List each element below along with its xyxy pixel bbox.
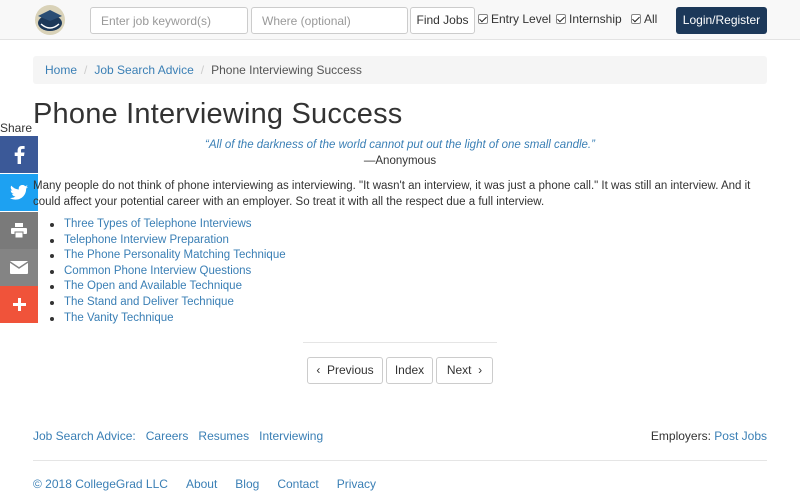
link-common-questions[interactable]: Common Phone Interview Questions <box>64 265 251 277</box>
checkbox-icon[interactable] <box>556 14 566 24</box>
list-item: Common Phone Interview Questions <box>50 264 286 280</box>
quote-text: “All of the darkness of the world cannot… <box>205 139 595 151</box>
footer-careers[interactable]: Careers <box>146 429 189 443</box>
footer-interviewing[interactable]: Interviewing <box>259 429 323 443</box>
twitter-icon <box>10 185 28 200</box>
footer-resumes[interactable]: Resumes <box>198 429 249 443</box>
divider <box>303 342 497 343</box>
page-title: Phone Interviewing Success <box>33 98 403 130</box>
share-label: Share <box>0 121 33 135</box>
email-icon <box>10 261 28 274</box>
list-item: Telephone Interview Preparation <box>50 233 286 249</box>
footer-employers: Employers: Post Jobs <box>651 429 767 443</box>
keyword-input[interactable]: Enter job keyword(s) <box>90 7 248 34</box>
breadcrumb: Home / Job Search Advice / Phone Intervi… <box>33 56 767 84</box>
intro-paragraph: Many people do not think of phone interv… <box>33 180 751 208</box>
internship-checkbox[interactable]: Internship <box>556 12 622 26</box>
chevron-left-icon: ‹ <box>316 363 321 377</box>
email-share-button[interactable] <box>0 249 38 286</box>
list-item: Three Types of Telephone Interviews <box>50 217 286 233</box>
link-three-types[interactable]: Three Types of Telephone Interviews <box>64 218 252 230</box>
all-checkbox[interactable]: All <box>631 12 657 26</box>
list-item: The Phone Personality Matching Technique <box>50 248 286 264</box>
employers-label: Employers: <box>650 429 711 443</box>
login-register-button[interactable]: Login/Register <box>676 7 767 34</box>
link-open-available[interactable]: The Open and Available Technique <box>64 280 242 292</box>
breadcrumb-separator: / <box>84 63 88 77</box>
next-label: Next <box>446 363 472 377</box>
checkbox-icon[interactable] <box>478 14 488 24</box>
top-navbar: Enter job keyword(s) Where (optional) Fi… <box>0 0 800 40</box>
link-interview-preparation[interactable]: Telephone Interview Preparation <box>64 234 229 246</box>
previous-button[interactable]: ‹ Previous <box>307 357 383 384</box>
footer-blog[interactable]: Blog <box>235 477 259 491</box>
breadcrumb-job-search-advice[interactable]: Job Search Advice <box>94 56 193 84</box>
location-input[interactable]: Where (optional) <box>251 7 408 34</box>
link-vanity-technique[interactable]: The Vanity Technique <box>64 312 174 324</box>
post-jobs-link[interactable]: Post Jobs <box>714 429 767 443</box>
index-button[interactable]: Index <box>386 357 433 384</box>
breadcrumb-home[interactable]: Home <box>45 56 77 84</box>
plus-icon <box>12 298 26 311</box>
quote-author: —Anonymous <box>363 155 437 167</box>
internship-label: Internship <box>569 12 622 26</box>
entry-level-checkbox[interactable]: Entry Level <box>478 12 551 26</box>
breadcrumb-current: Phone Interviewing Success <box>211 63 362 77</box>
graduation-cap-logo-icon[interactable] <box>33 4 67 36</box>
previous-label: Previous <box>326 363 374 377</box>
footer-privacy[interactable]: Privacy <box>337 477 376 491</box>
link-personality-matching[interactable]: The Phone Personality Matching Technique <box>64 249 286 261</box>
footer-about[interactable]: About <box>186 477 217 491</box>
copyright: © 2018 CollegeGrad LLC <box>33 477 168 491</box>
more-share-button[interactable] <box>0 286 38 323</box>
print-icon <box>11 223 27 238</box>
footer-divider <box>33 460 767 461</box>
all-label: All <box>644 12 658 26</box>
checkbox-icon[interactable] <box>631 14 641 24</box>
footer-job-search-advice[interactable]: Job Search Advice: <box>33 429 136 443</box>
breadcrumb-separator: / <box>200 63 205 77</box>
find-jobs-button[interactable]: Find Jobs <box>410 7 475 34</box>
link-stand-deliver[interactable]: The Stand and Deliver Technique <box>64 296 234 308</box>
footer-contact[interactable]: Contact <box>277 477 318 491</box>
list-item: The Stand and Deliver Technique <box>50 295 286 311</box>
next-button[interactable]: Next › <box>436 357 493 384</box>
list-item: The Vanity Technique <box>50 311 286 327</box>
chevron-right-icon: › <box>478 363 483 377</box>
article-link-list: Three Types of Telephone Interviews Tele… <box>50 217 286 326</box>
list-item: The Open and Available Technique <box>50 279 286 295</box>
footer-bottom: © 2018 CollegeGrad LLC About Blog Contac… <box>33 477 394 491</box>
print-share-button[interactable] <box>0 212 38 249</box>
entry-level-label: Entry Level <box>491 12 552 26</box>
